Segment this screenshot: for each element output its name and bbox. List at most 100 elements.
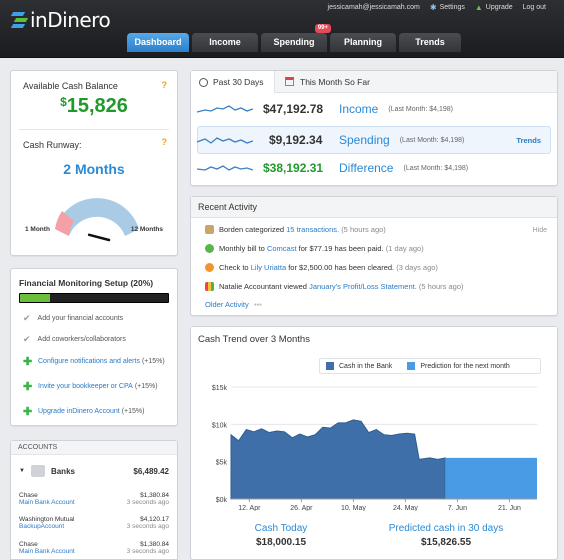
runway-value: 2 Months [63,161,125,177]
tab-dashboard[interactable]: Dashboard [127,33,189,52]
bill-icon [205,244,214,253]
monitoring-progress-fill [20,294,50,302]
summary-row-spending[interactable]: $9,192.34 Spending (Last Month: $4,198) … [197,133,547,147]
document-icon [205,225,214,234]
account-row[interactable]: Washington Mutual BackupAccount $4,120.1… [19,516,169,530]
runway-title: Cash Runway: [23,140,82,150]
tab-trends[interactable]: Trends [399,33,461,52]
activity-item: Check to Lily Uriatta for $2,500.00 has … [205,263,438,272]
settings-link[interactable]: ✱ Settings [430,3,465,12]
period-tabs: Past 30 Days This Month So Far [191,71,557,93]
x-tick-label: 26. Apr [290,505,313,511]
accounts-title: ACCOUNTS [11,441,177,455]
x-tick-label: 21. Jun [498,505,521,511]
summary-row-income[interactable]: $47,192.78 Income (Last Month: $4,198) [197,102,547,116]
setup-step-bookkeeper[interactable]: ✚ Invite your bookkeeper or CPA (+15%) [23,380,158,393]
monitoring-progress-bar [19,293,169,303]
accounts-panel: ACCOUNTS ▼ Banks $6,489.42 Chase Main Ba… [10,440,178,560]
cash-panel: Available Cash Balance ? $15,826 Cash Ru… [10,70,178,256]
brand-name: inDinero [30,8,111,32]
more-dots-icon: ▪▪▪ [253,300,262,309]
summary-row-difference[interactable]: $38,192.31 Difference (Last Month: $4,19… [197,161,547,175]
legend-label-actual: Cash in the Bank [339,362,393,370]
difference-sparkline [197,165,253,171]
tab-income[interactable]: Income [192,33,258,52]
tab-spending-label: Spending [273,37,315,47]
cash-trend-chart: $15k $10k $5k $0k 12. Apr 26. Apr 10. May 24. M… [212,385,537,511]
clock-icon [199,77,208,87]
check-icon: ✔ [23,313,31,323]
tab-spending[interactable]: Spending 99+ [261,24,331,52]
plus-icon: ✚ [23,381,33,393]
check-payment-icon [205,263,214,272]
check-icon: ✔ [23,334,31,344]
accounts-group-banks[interactable]: ▼ Banks $6,489.42 [19,460,169,482]
legend-swatch-actual [326,362,334,370]
summary-panel: Past 30 Days This Month So Far $47,192.7… [190,70,558,186]
income-sparkline [197,105,253,113]
calendar-icon [285,77,294,86]
trends-link[interactable]: Trends [516,136,541,145]
legend-label-prediction: Prediction for the next month [420,362,510,370]
monitoring-panel: Financial Monitoring Setup (20%) ✔ Add y… [10,268,178,426]
account-row[interactable]: Chase Main Bank Account $1,380.84 3 secon… [19,492,169,506]
runway-max-label: 12 Months [130,226,163,233]
x-tick-label: 7. Jun [448,505,467,511]
user-email[interactable]: jessicamah@jessicamah.com [328,4,420,11]
cash-balance-title: Available Cash Balance [23,81,118,91]
x-tick-label: 10. May [341,505,366,511]
cash-today: Cash Today $18,000.15 [254,523,308,548]
activity-title: Recent Activity [191,197,557,218]
hide-link[interactable]: Hide [533,227,547,234]
setup-step-accounts[interactable]: ✔ Add your financial accounts [23,313,123,324]
logo[interactable]: inDinero [10,8,111,32]
series-cash-in-bank [230,419,446,500]
y-tick-label: $0k [216,497,228,504]
legend-swatch-prediction [407,362,416,370]
notification-badge: 99+ [314,24,331,33]
runway-min-label: 1 Month [25,226,50,233]
runway-gauge [55,198,139,242]
setup-step-coworkers[interactable]: ✔ Add coworkers/collaborators [23,334,126,345]
setup-step-notifications[interactable]: ✚ Configure notifications and alerts (+1… [23,355,165,368]
activity-panel: Recent Activity Hide Borden categorized … [190,196,558,316]
x-tick-label: 24. May [393,505,418,511]
upgrade-link[interactable]: ▲ Upgrade [475,3,513,12]
x-tick-label: 12. Apr [238,505,261,511]
y-tick-label: $15k [212,385,228,392]
chart-legend: Cash in the Bank Prediction for the next… [319,358,541,374]
activity-item: Monthly bill to Comcast for $77.19 has b… [205,244,424,253]
activity-item: Borden categorized 15 transactions. (5 h… [205,225,386,234]
monitoring-title: Financial Monitoring Setup (20%) [19,278,154,288]
user-links: jessicamah@jessicamah.com ✱ Settings ▲ U… [328,3,546,12]
logout-link[interactable]: Log out [523,4,546,11]
y-tick-label: $5k [216,460,228,467]
setup-step-upgrade[interactable]: ✚ Upgrade inDinero Account (+15%) [23,405,144,418]
help-icon[interactable]: ? [162,137,168,147]
activity-item: Natalie Accountant viewed January's Prof… [205,282,464,291]
divider [19,129,169,130]
bank-building-icon [30,465,45,477]
cash-trend-title: Cash Trend over 3 Months [191,327,557,353]
older-activity-link[interactable]: Older Activity ▪▪▪ [205,300,262,309]
spending-sparkline [197,137,253,144]
top-bar: inDinero jessicamah@jessicamah.com ✱ Set… [0,0,564,58]
cash-trend-panel: Cash Trend over 3 Months Cash in the Ban… [190,326,558,560]
gear-icon: ✱ [429,3,437,12]
plus-icon: ✚ [23,406,33,418]
expand-triangle-icon: ▼ [19,468,25,474]
indinero-logo-icon [10,11,29,29]
cash-balance-value: $15,826 [60,95,128,117]
report-chart-icon [205,282,214,291]
predicted-cash: Predicted cash in 30 days $15,826.55 [388,523,504,548]
plus-icon: ✚ [23,356,33,368]
tab-planning[interactable]: Planning [330,33,396,52]
tab-this-month[interactable]: This Month So Far [275,71,370,92]
upgrade-arrow-icon: ▲ [474,3,483,12]
gauge-needle [87,233,111,242]
tab-past-30-days[interactable]: Past 30 Days [191,71,275,93]
main-nav: Dashboard Income Spending 99+ Planning T… [127,24,461,52]
series-prediction [445,457,537,499]
account-row[interactable]: Chase Main Bank Account $1,380.84 3 secon… [19,541,169,555]
help-icon[interactable]: ? [162,80,168,90]
